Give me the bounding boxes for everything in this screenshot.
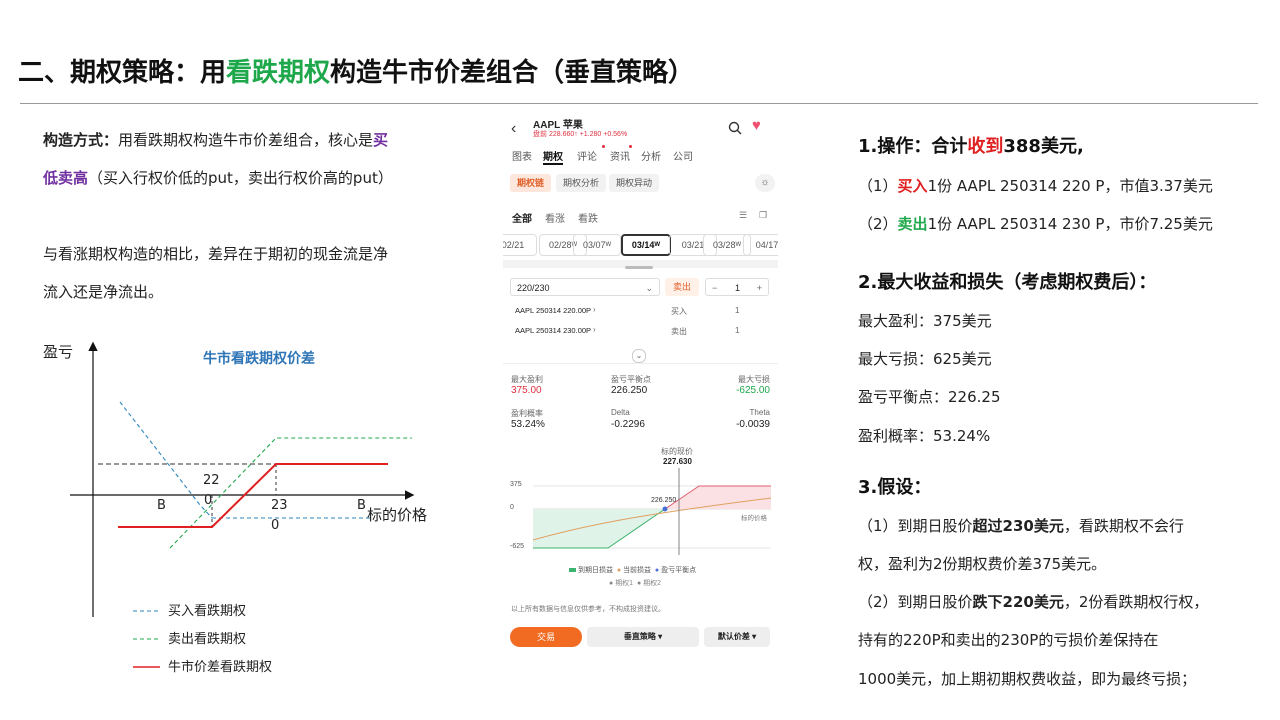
chart-tick: 375 [510,481,522,488]
tab-chart[interactable]: 图表 [512,148,532,163]
quantity-stepper[interactable]: − 1 + [705,278,769,296]
max-profit: 最大盈利：375美元 [858,312,992,330]
comparison-paragraph: 与看涨期权构造的相比，差异在于期初的现金流是净 流入还是净流出。 [43,245,389,301]
back-icon[interactable]: ‹ [511,120,516,138]
notification-dot [629,145,632,148]
phone-screenshot: ‹ AAPL 苹果 盘前 228.660↑ +1.280 +0.56% ♥ 图表… [503,108,778,656]
minus-button[interactable]: − [712,279,717,297]
legend-sell: 卖出看跌期权 [168,631,246,647]
delta-value: -0.2296 [611,419,645,430]
filter-puts[interactable]: 看跌 [578,210,598,225]
chart-legend: 到期日损益 ● 当前损益 ● 盈亏平衡点 [569,565,696,575]
win-probability-value: 53.24% [511,419,545,430]
notification-dot [602,145,605,148]
legend-spread: 牛市价差看跌期权 [168,659,272,675]
tab-options[interactable]: 期权 [543,148,563,163]
section-operation-heading: 1.操作：合计收到388美元, [858,136,1084,157]
leg-name: AAPL 250314 230.00P [515,326,592,335]
tab-indicator [543,163,563,165]
diagram-title: 牛市看跌期权价差 [203,350,315,367]
disclaimer: 以上所有数据与信息仅供参考，不构成投资建议。 [511,606,665,613]
breakeven-marker-label: 226.250 [651,497,677,504]
subtab-option-chain[interactable]: 期权链 [510,174,552,192]
theta-value: -0.0039 [736,419,770,430]
chart-legend-options: ● 期权1 ● 期权2 [609,580,662,587]
chevron-down-icon: ⌄ [645,283,653,293]
filter-calls[interactable]: 看涨 [545,210,565,225]
phone-payoff-chart [532,468,772,555]
buy-put-line [119,401,213,519]
operation-buy: （1）买入1份 AAPL 250314 220 P，市值3.37美元 [858,177,1213,195]
expand-chevron-icon[interactable]: ⌄ [632,349,646,363]
search-icon[interactable] [728,121,742,135]
title-divider [20,103,1258,104]
spread-dropdown[interactable]: 默认价差 ▾ [704,627,770,647]
copy-icon[interactable]: ❐ [759,210,767,221]
expiry-date[interactable]: 02/21 [503,234,537,256]
chart-tick: -625 [510,543,525,550]
subtab-option-analysis[interactable]: 期权分析 [556,174,607,192]
tab-company[interactable]: 公司 [673,148,693,163]
win-probability: 盈利概率：53.24% [858,427,991,445]
max-profit-value: 375.00 [511,385,542,396]
tab-news[interactable]: 资讯 [610,148,630,163]
max-loss: 最大亏损：625美元 [858,350,992,368]
underlying-price: 227.630 [663,457,692,466]
breakeven-point: 盈亏平衡点：226.25 [858,388,1001,406]
y-axis-label: 盈亏 [43,343,73,361]
expiry-date-selected[interactable]: 03/14ᵂ [621,234,671,256]
title-highlight: 看跌期权 [226,58,331,88]
trade-button[interactable]: 交易 [510,627,582,647]
x-axis-label: 标的价格 [367,506,427,524]
expiry-date[interactable]: 03/07ᵂ [573,234,621,256]
favorite-heart-icon[interactable]: ♥ [752,117,761,134]
filter-all[interactable]: 全部 [512,210,532,225]
breakeven-value: 226.250 [611,385,648,396]
construction-paragraph: 构造方式：用看跌期权构造牛市价差组合，核心是买 低卖高（买入行权价低的put，卖… [43,131,393,187]
chevron-right-icon[interactable]: › [593,325,596,334]
assumption-2: （2）到期日股价跌下220美元，2份看跌期权行权， [858,593,1209,611]
stock-quote: 盘前 228.660↑ +1.280 +0.56% [533,131,628,138]
leg-name: AAPL 250314 220.00P [515,306,592,315]
expiry-date[interactable]: 04/17 [743,234,778,256]
plus-button[interactable]: + [757,279,762,297]
settings-icon[interactable]: ☰ [739,210,747,221]
legend-buy: 买入看跌期权 [168,603,246,619]
quantity-value: 1 [735,283,741,293]
breakeven-label-2: B [357,498,366,513]
chevron-right-icon[interactable]: › [593,305,596,314]
high-strike-label: 23 [271,498,288,513]
section-profit-loss-heading: 2.最大收益和损失（考虑期权费后）： [858,272,1157,293]
chart-tick: 0 [510,504,514,511]
assumption-1: （1）到期日股价超过230美元，看跌期权不会行 [858,517,1184,535]
low-strike-label: 22 [203,473,220,488]
operation-sell: （2）卖出1份 AAPL 250314 230 P，市价7.25美元 [858,215,1213,233]
lightbulb-icon[interactable]: ☼ [755,174,775,192]
sheet-handle[interactable] [625,266,653,269]
page-title: 二、期权策略：用看跌期权构造牛市价差组合（垂直策略） [18,58,695,88]
payoff-diagram: 盈亏 标的价格 牛市看跌期权价差 22 0 23 0 B B 买入看跌期权 卖出… [43,341,427,675]
svg-text:0: 0 [271,518,279,533]
section-assumptions-heading: 3.假设： [858,477,932,498]
svg-text:0: 0 [204,493,212,508]
subtab-unusual-activity[interactable]: 期权异动 [609,174,660,192]
tab-comments[interactable]: 评论 [577,148,597,163]
breakeven-label-1: B [157,498,166,513]
side-toggle[interactable]: 卖出 [665,278,699,296]
strategy-dropdown[interactable]: 垂直策略 ▾ [587,627,699,647]
tab-analysis[interactable]: 分析 [641,148,661,163]
combo-select[interactable]: 220/230 ⌄ [510,278,660,296]
max-loss-value: -625.00 [736,385,770,396]
